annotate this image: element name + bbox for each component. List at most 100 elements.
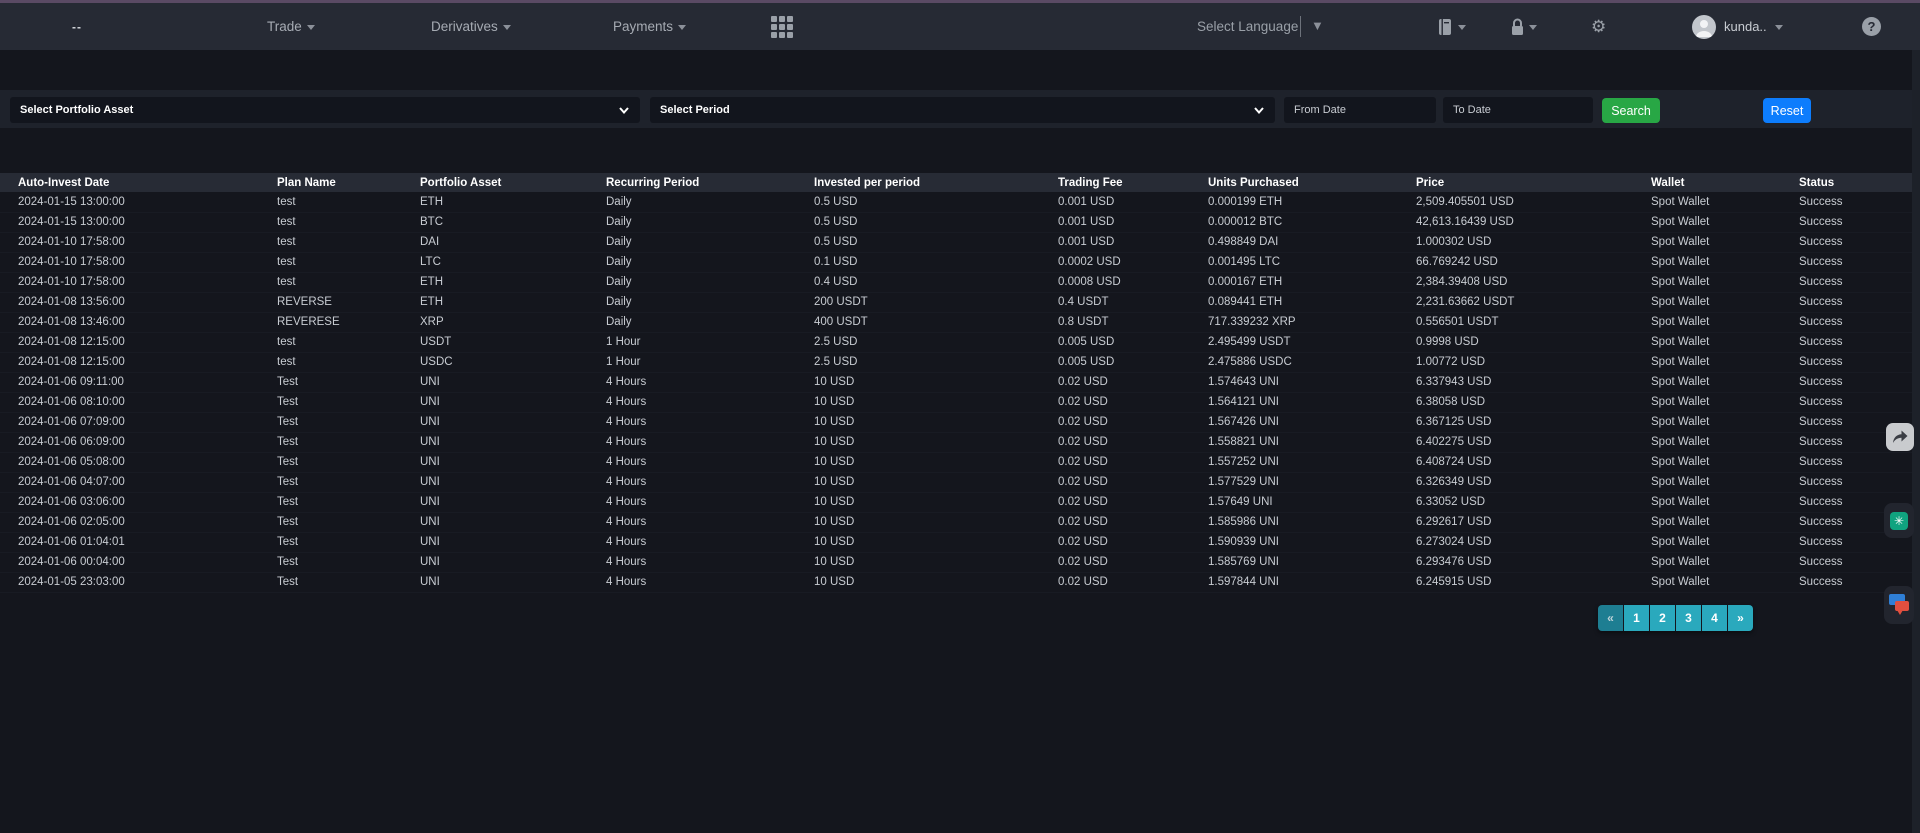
table-row[interactable]: 2024-01-10 17:58:00 test LTC Daily 0.1 U… — [0, 252, 1920, 272]
from-date-placeholder: From Date — [1294, 104, 1346, 116]
chatgpt-extension-button[interactable]: ✳ — [1884, 503, 1914, 538]
pagination-next-button[interactable]: » — [1728, 605, 1753, 631]
cell-wallet: Spot Wallet — [1633, 532, 1781, 552]
pagination-page-button[interactable]: 3 — [1676, 605, 1701, 631]
cell-wallet: Spot Wallet — [1633, 332, 1781, 352]
cell-status: Success — [1781, 372, 1920, 392]
cell-trading-fee: 0.0002 USD — [1040, 252, 1190, 272]
column-header: Status — [1781, 173, 1920, 192]
from-date-input[interactable]: From Date — [1284, 97, 1436, 123]
table-row[interactable]: 2024-01-08 13:56:00 REVERSE ETH Daily 20… — [0, 292, 1920, 312]
table-row[interactable]: 2024-01-08 12:15:00 test USDT 1 Hour 2.5… — [0, 332, 1920, 352]
cell-status: Success — [1781, 352, 1920, 372]
nav-menu-payments-label: Payments — [613, 19, 673, 34]
cell-auto-invest-date: 2024-01-06 03:06:00 — [0, 492, 259, 512]
reset-button[interactable]: Reset — [1763, 98, 1811, 123]
cell-auto-invest-date: 2024-01-15 13:00:00 — [0, 212, 259, 232]
cell-status: Success — [1781, 192, 1920, 212]
security-lock-icon[interactable] — [1510, 3, 1537, 50]
cell-units-purchased: 2.495499 USDT — [1190, 332, 1398, 352]
language-caret-icon[interactable]: ▼ — [1311, 18, 1324, 33]
pagination-prev-button[interactable]: « — [1598, 605, 1623, 631]
cell-status: Success — [1781, 452, 1920, 472]
table-row[interactable]: 2024-01-08 12:15:00 test USDC 1 Hour 2.5… — [0, 352, 1920, 372]
pagination-page-button[interactable]: 2 — [1650, 605, 1675, 631]
cell-plan-name: Test — [259, 552, 402, 572]
cell-price: 1.000302 USD — [1398, 232, 1633, 252]
cell-units-purchased: 0.001495 LTC — [1190, 252, 1398, 272]
table-row[interactable]: 2024-01-06 00:04:00 Test UNI 4 Hours 10 … — [0, 552, 1920, 572]
table-row[interactable]: 2024-01-06 01:04:01 Test UNI 4 Hours 10 … — [0, 532, 1920, 552]
table-row[interactable]: 2024-01-06 04:07:00 Test UNI 4 Hours 10 … — [0, 472, 1920, 492]
language-selector[interactable]: Select Language — [1197, 3, 1298, 50]
pagination-page-button[interactable]: 4 — [1702, 605, 1727, 631]
table-row[interactable]: 2024-01-06 03:06:00 Test UNI 4 Hours 10 … — [0, 492, 1920, 512]
cell-trading-fee: 0.4 USDT — [1040, 292, 1190, 312]
cell-invested-per-period: 10 USD — [796, 512, 1040, 532]
table-row[interactable]: 2024-01-10 17:58:00 test DAI Daily 0.5 U… — [0, 232, 1920, 252]
cell-price: 6.326349 USD — [1398, 472, 1633, 492]
cell-invested-per-period: 2.5 USD — [796, 352, 1040, 372]
cell-wallet: Spot Wallet — [1633, 452, 1781, 472]
chat-widget-button[interactable] — [1884, 586, 1914, 624]
nav-menu-derivatives[interactable]: Derivatives — [431, 3, 511, 50]
cell-wallet: Spot Wallet — [1633, 552, 1781, 572]
to-date-input[interactable]: To Date — [1443, 97, 1593, 123]
table-row[interactable]: 2024-01-15 13:00:00 test ETH Daily 0.5 U… — [0, 192, 1920, 212]
help-icon[interactable]: ? — [1862, 17, 1881, 36]
cell-plan-name: Test — [259, 472, 402, 492]
cell-auto-invest-date: 2024-01-06 07:09:00 — [0, 412, 259, 432]
cell-portfolio-asset: UNI — [402, 512, 588, 532]
cell-wallet: Spot Wallet — [1633, 252, 1781, 272]
table-row[interactable]: 2024-01-06 07:09:00 Test UNI 4 Hours 10 … — [0, 412, 1920, 432]
column-header: Invested per period — [796, 173, 1040, 192]
cell-invested-per-period: 200 USDT — [796, 292, 1040, 312]
share-shortcut-button[interactable] — [1886, 423, 1914, 451]
nav-menu-trade[interactable]: Trade — [267, 3, 315, 50]
cell-units-purchased: 1.585986 UNI — [1190, 512, 1398, 532]
cell-units-purchased: 0.000012 BTC — [1190, 212, 1398, 232]
cell-status: Success — [1781, 292, 1920, 312]
cell-recurring-period: Daily — [588, 312, 796, 332]
book-icon — [1437, 18, 1454, 36]
user-menu[interactable]: kunda.. — [1692, 3, 1783, 50]
cell-price: 2,384.39408 USD — [1398, 272, 1633, 292]
table-row[interactable]: 2024-01-15 13:00:00 test BTC Daily 0.5 U… — [0, 212, 1920, 232]
table-row[interactable]: 2024-01-08 13:46:00 REVERESE XRP Daily 4… — [0, 312, 1920, 332]
search-button[interactable]: Search — [1602, 98, 1660, 123]
table-row[interactable]: 2024-01-06 02:05:00 Test UNI 4 Hours 10 … — [0, 512, 1920, 532]
orders-book-icon[interactable] — [1437, 3, 1466, 50]
portfolio-asset-select[interactable]: Select Portfolio Asset — [10, 97, 640, 123]
settings-gear-icon[interactable]: ⚙ — [1591, 3, 1606, 50]
cell-plan-name: Test — [259, 412, 402, 432]
cell-plan-name: test — [259, 272, 402, 292]
cell-wallet: Spot Wallet — [1633, 272, 1781, 292]
cell-plan-name: test — [259, 332, 402, 352]
apps-grid-icon[interactable] — [771, 16, 793, 38]
cell-units-purchased: 1.574643 UNI — [1190, 372, 1398, 392]
column-header: Recurring Period — [588, 173, 796, 192]
nav-menu-payments[interactable]: Payments — [613, 3, 686, 50]
cell-wallet: Spot Wallet — [1633, 392, 1781, 412]
cell-invested-per-period: 10 USD — [796, 472, 1040, 492]
app-logo[interactable]: -- — [72, 3, 82, 50]
table-row[interactable]: 2024-01-06 06:09:00 Test UNI 4 Hours 10 … — [0, 432, 1920, 452]
cell-recurring-period: Daily — [588, 272, 796, 292]
cell-portfolio-asset: BTC — [402, 212, 588, 232]
table-row[interactable]: 2024-01-05 23:03:00 Test UNI 4 Hours 10 … — [0, 572, 1920, 592]
cell-recurring-period: 1 Hour — [588, 332, 796, 352]
cell-wallet: Spot Wallet — [1633, 412, 1781, 432]
period-select[interactable]: Select Period — [650, 97, 1275, 123]
cell-status: Success — [1781, 272, 1920, 292]
cell-trading-fee: 0.02 USD — [1040, 452, 1190, 472]
cell-price: 2,231.63662 USDT — [1398, 292, 1633, 312]
table-row[interactable]: 2024-01-10 17:58:00 test ETH Daily 0.4 U… — [0, 272, 1920, 292]
table-row[interactable]: 2024-01-06 09:11:00 Test UNI 4 Hours 10 … — [0, 372, 1920, 392]
pagination-page-button[interactable]: 1 — [1624, 605, 1649, 631]
cell-status: Success — [1781, 212, 1920, 232]
table-row[interactable]: 2024-01-06 05:08:00 Test UNI 4 Hours 10 … — [0, 452, 1920, 472]
cell-price: 6.273024 USD — [1398, 532, 1633, 552]
caret-down-icon — [503, 25, 511, 30]
cell-recurring-period: Daily — [588, 212, 796, 232]
table-row[interactable]: 2024-01-06 08:10:00 Test UNI 4 Hours 10 … — [0, 392, 1920, 412]
